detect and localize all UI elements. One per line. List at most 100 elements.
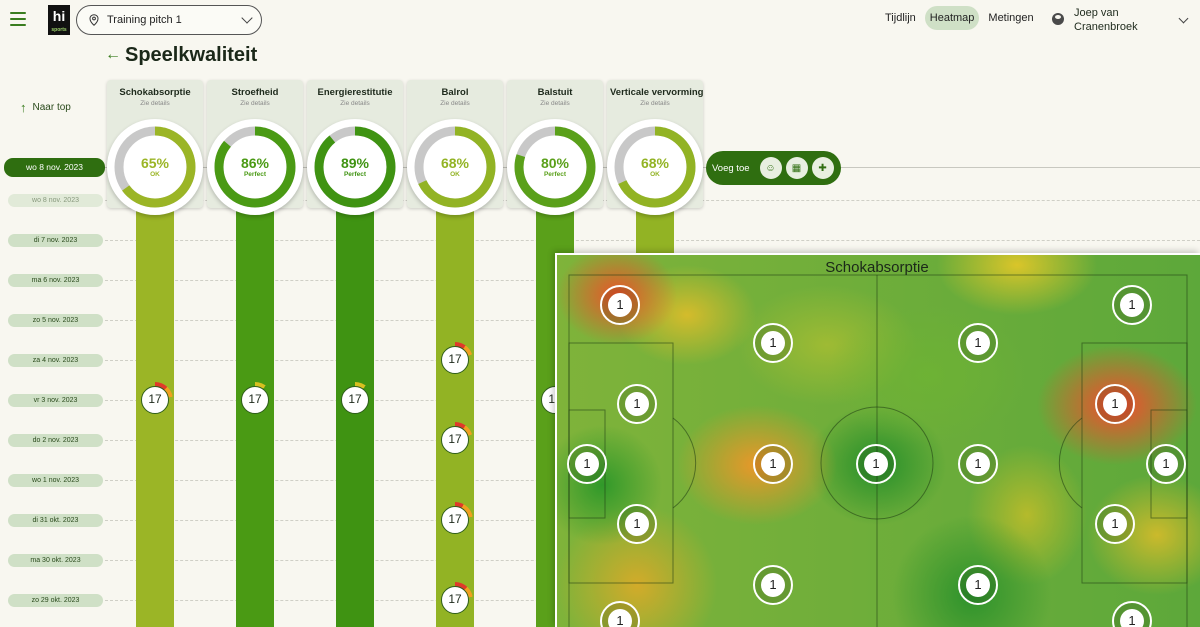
gauge-percentage: 86% — [240, 155, 270, 171]
heatmap-point-value: 1 — [761, 573, 785, 597]
date-pill[interactable]: za 4 nov. 2023 — [8, 354, 103, 367]
date-pill[interactable]: vr 3 nov. 2023 — [8, 394, 103, 407]
date-pill[interactable]: di 31 okt. 2023 — [8, 514, 103, 527]
heatmap-point[interactable]: 1 — [856, 444, 896, 484]
heatmap-point[interactable]: 1 — [753, 565, 793, 605]
heatmap-point[interactable]: 1 — [617, 504, 657, 544]
measurement-marker[interactable]: 17 — [137, 382, 173, 418]
date-pill[interactable]: zo 5 nov. 2023 — [8, 314, 103, 327]
metric-gauge[interactable]: 68% OK — [407, 119, 503, 215]
heatmap-point[interactable]: 1 — [958, 323, 998, 363]
back-arrow-icon[interactable]: ← — [105, 46, 121, 64]
date-pill[interactable]: zo 29 okt. 2023 — [8, 594, 103, 607]
arrow-up-icon: ↑ — [20, 100, 27, 115]
nav-heatmap[interactable]: Heatmap — [924, 6, 980, 30]
metric-details-link[interactable]: Zie details — [607, 100, 703, 107]
gauge-status: Perfect — [343, 171, 367, 178]
metric-details-link[interactable]: Zie details — [507, 100, 603, 107]
heatmap-point-value: 1 — [864, 452, 888, 476]
marker-count: 17 — [441, 506, 469, 534]
page-title: Speelkwaliteit — [125, 44, 258, 66]
user-menu[interactable]: Joep van Cranenbroek — [1052, 6, 1189, 34]
heatmap-point[interactable]: 1 — [753, 444, 793, 484]
date-pill[interactable]: ma 6 nov. 2023 — [8, 274, 103, 287]
measurement-marker[interactable]: 17 — [437, 502, 473, 538]
metric-gauge[interactable]: 89% Perfect — [307, 119, 403, 215]
heatmap-point[interactable]: 1 — [1112, 285, 1152, 325]
smiley-add-icon[interactable]: ☺ — [759, 157, 782, 179]
metric-details-link[interactable]: Zie details — [307, 100, 403, 107]
metric-bar-balrol — [436, 200, 474, 627]
main-nav: Tijdlijn Heatmap Metingen — [880, 6, 1039, 30]
heatmap-point[interactable]: 1 — [958, 565, 998, 605]
heatmap-point-value: 1 — [761, 452, 785, 476]
date-pill-active[interactable]: wo 8 nov. 2023 — [4, 158, 105, 177]
measurement-marker[interactable]: 17 — [437, 342, 473, 378]
measurement-marker[interactable]: 17 — [437, 582, 473, 618]
heatmap-point-value: 1 — [625, 392, 649, 416]
date-pill[interactable]: wo 1 nov. 2023 — [8, 474, 103, 487]
gauge-percentage: 68% — [440, 155, 470, 171]
nav-tijdlijn[interactable]: Tijdlijn — [880, 6, 921, 30]
measurement-marker[interactable]: 17 — [237, 382, 273, 418]
add-toolbar: Voeg toe ☺ ▦ ✚ — [706, 151, 841, 185]
gauge-status: Perfect — [243, 171, 267, 178]
gauge-percentage: 89% — [340, 155, 370, 171]
heatmap-point[interactable]: 1 — [958, 444, 998, 484]
heatmap-point-value: 1 — [608, 609, 632, 627]
metric-gauge[interactable]: 86% Perfect — [207, 119, 303, 215]
nav-metingen[interactable]: Metingen — [983, 6, 1038, 30]
heatmap-point[interactable]: 1 — [1095, 504, 1135, 544]
metric-gauge[interactable]: 65% OK — [107, 119, 203, 215]
pitch-lines — [568, 274, 1188, 627]
date-pill[interactable]: do 2 nov. 2023 — [8, 434, 103, 447]
heatmap-title: Schokabsorptie — [825, 259, 929, 276]
metric-details-link[interactable]: Zie details — [207, 100, 303, 107]
date-pill[interactable]: ma 30 okt. 2023 — [8, 554, 103, 567]
heatmap-point-value: 1 — [575, 452, 599, 476]
naar-top-label: Naar top — [32, 102, 71, 113]
date-pill[interactable]: wo 8 nov. 2023 — [8, 194, 103, 207]
add-toolbar-label: Voeg toe — [712, 162, 750, 174]
date-pill[interactable]: di 7 nov. 2023 — [8, 234, 103, 247]
user-chevron-down-icon — [1178, 13, 1189, 24]
measurement-marker[interactable]: 17 — [337, 382, 373, 418]
heatmap-point[interactable]: 1 — [1146, 444, 1186, 484]
measurement-marker[interactable]: 17 — [437, 422, 473, 458]
note-add-icon[interactable]: ✚ — [811, 157, 834, 179]
marker-count: 17 — [241, 386, 269, 414]
gauge-percentage: 68% — [640, 155, 670, 171]
heatmap-point[interactable]: 1 — [617, 384, 657, 424]
gauge-percentage: 65% — [140, 155, 170, 171]
metric-title: Stroefheid — [231, 87, 279, 98]
heatmap-point-value: 1 — [966, 573, 990, 597]
heatmap-point-value: 1 — [966, 452, 990, 476]
metric-title: Schokabsorptie — [119, 87, 191, 98]
logo-text: hi — [52, 8, 66, 24]
user-avatar-icon — [1052, 13, 1064, 25]
pitch-select[interactable]: Training pitch 1 — [76, 5, 262, 35]
heatmap-point-value: 1 — [1103, 392, 1127, 416]
heatmap-point[interactable]: 1 — [1095, 384, 1135, 424]
naar-top-button[interactable]: ↑ Naar top — [20, 100, 71, 115]
metric-details-link[interactable]: Zie details — [107, 100, 203, 107]
marker-count: 17 — [441, 426, 469, 454]
gauge-status: OK — [150, 171, 160, 178]
heatmap-point[interactable]: 1 — [567, 444, 607, 484]
heatmap-point[interactable]: 1 — [600, 285, 640, 325]
metric-gauge[interactable]: 80% Perfect — [507, 119, 603, 215]
user-name: Joep van Cranenbroek — [1074, 7, 1138, 33]
metric-gauge[interactable]: 68% OK — [607, 119, 703, 215]
marker-count: 17 — [441, 346, 469, 374]
pitch-select-value: Training pitch 1 — [107, 14, 182, 26]
gauge-status: OK — [450, 171, 460, 178]
logo[interactable]: hi sports — [48, 5, 70, 35]
calendar-icon[interactable]: ▦ — [785, 157, 808, 179]
heatmap-point-value: 1 — [1154, 452, 1178, 476]
metric-details-link[interactable]: Zie details — [407, 100, 503, 107]
hamburger-menu-icon[interactable] — [10, 12, 26, 26]
heatmap-panel[interactable]: Schokabsorptie 1 1 1 1 1 1 1 1 1 1 1 1 1… — [555, 253, 1200, 627]
marker-count: 17 — [341, 386, 369, 414]
heatmap-point[interactable]: 1 — [753, 323, 793, 363]
top-bar: hi sports Training pitch 1 Tijdlijn Heatm… — [0, 0, 1200, 42]
